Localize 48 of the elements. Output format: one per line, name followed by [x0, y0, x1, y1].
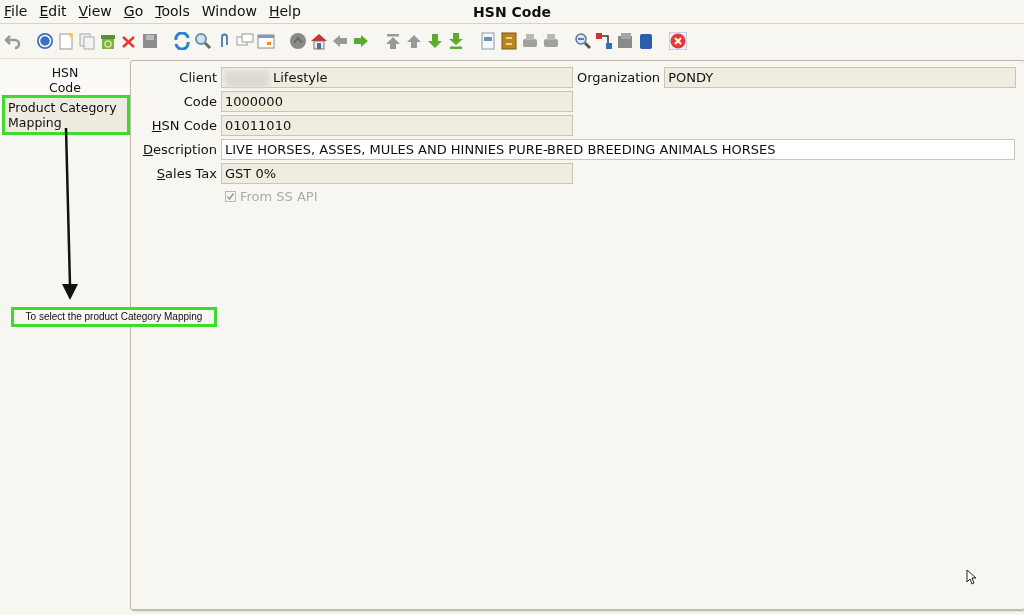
input-field[interactable]: GST 0% — [221, 163, 573, 184]
save-icon[interactable] — [141, 32, 159, 50]
down-arrow-icon[interactable] — [426, 32, 444, 50]
menu-item[interactable]: Window — [201, 1, 257, 22]
up-circle-icon[interactable] — [289, 32, 307, 50]
left-arrow-icon[interactable] — [331, 32, 349, 50]
menu-item[interactable]: Help — [268, 1, 301, 22]
up-arrow-icon[interactable] — [405, 32, 423, 50]
callout-note: To select the product Category Mapping — [11, 307, 217, 327]
zoom-icon[interactable] — [574, 32, 592, 50]
printer-icon[interactable] — [521, 32, 539, 50]
mouse-pointer-icon — [966, 569, 978, 585]
printer-icon[interactable] — [542, 32, 560, 50]
book-icon[interactable] — [637, 32, 655, 50]
workflow-icon[interactable] — [595, 32, 613, 50]
tab[interactable]: Product Category Mapping — [5, 98, 127, 132]
refresh-icon[interactable] — [173, 32, 191, 50]
checkbox-label: From SS API — [240, 188, 318, 206]
input-field[interactable]: 1000000 — [221, 91, 573, 112]
boxes-icon[interactable] — [616, 32, 634, 50]
home-icon[interactable] — [310, 32, 328, 50]
field-label: Sales Tax — [155, 164, 218, 183]
field-label: HSN Code — [150, 116, 218, 135]
input-field[interactable]: PONDY — [664, 67, 1017, 88]
right-arrow-icon[interactable] — [352, 32, 370, 50]
last-record-icon[interactable] — [447, 32, 465, 50]
archive-icon[interactable] — [500, 32, 518, 50]
report-icon[interactable] — [479, 32, 497, 50]
search-icon[interactable] — [194, 32, 212, 50]
first-record-icon[interactable] — [384, 32, 402, 50]
close-icon[interactable] — [669, 32, 687, 50]
menu-item[interactable]: Go — [123, 1, 144, 22]
undo-icon[interactable] — [4, 32, 22, 50]
input-field[interactable]: LIVE HORSES, ASSES, MULES AND HINNIES PURE-BRED BREEDING ANIMALS HORSES — [221, 139, 1015, 160]
window-title: HSN Code — [473, 4, 551, 20]
field-label: Organization — [576, 68, 662, 87]
input-field[interactable]: Lifestyle — [221, 67, 573, 88]
copy-icon[interactable] — [78, 32, 96, 50]
menu-item[interactable]: Tools — [155, 1, 190, 22]
calendar-icon[interactable] — [257, 32, 275, 50]
menu-item[interactable]: View — [78, 1, 112, 22]
field-label: Code — [182, 92, 218, 111]
input-field[interactable]: 01011010 — [221, 115, 573, 136]
recycle-bin-icon[interactable] — [99, 32, 117, 50]
field-label: Client — [178, 68, 218, 87]
menu-item[interactable]: Edit — [39, 1, 67, 22]
menu-item[interactable]: File — [4, 1, 28, 22]
field-label: Description — [141, 140, 218, 159]
